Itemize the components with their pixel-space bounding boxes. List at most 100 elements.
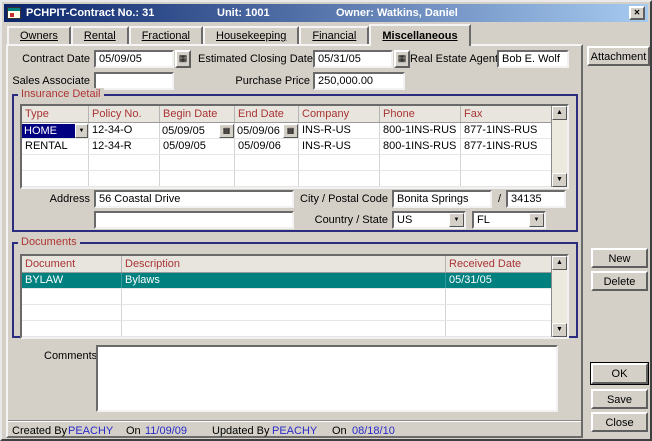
- purchase-price-label: Purchase Price: [198, 75, 310, 87]
- column-header-fax[interactable]: Fax: [461, 106, 551, 122]
- type-cell-editor[interactable]: HOME ▼: [22, 123, 89, 138]
- close-icon[interactable]: ✕: [629, 6, 645, 20]
- type-dropdown-icon[interactable]: ▼: [75, 124, 88, 138]
- fax-cell[interactable]: 877-1INS-RUS: [461, 139, 551, 154]
- tab-housekeeping[interactable]: Housekeeping: [203, 26, 299, 44]
- tab-fractional[interactable]: Fractional: [129, 26, 203, 44]
- real-estate-agent-field[interactable]: Bob E. Wolf: [497, 50, 569, 68]
- address-field[interactable]: 56 Coastal Drive: [94, 190, 294, 208]
- sales-associate-field[interactable]: [94, 72, 174, 90]
- column-header-end-date[interactable]: End Date: [235, 106, 299, 122]
- column-header-company[interactable]: Company: [299, 106, 380, 122]
- updated-date-value: 08/18/10: [352, 425, 395, 437]
- scroll-down-icon[interactable]: ▼: [552, 323, 567, 337]
- documents-scrollbar[interactable]: ▲ ▼: [551, 256, 567, 337]
- description-cell[interactable]: Bylaws: [122, 273, 446, 288]
- end-date-cell[interactable]: 05/09/06 ▦: [235, 123, 299, 138]
- column-header-document[interactable]: Document: [22, 256, 122, 272]
- title-bar[interactable]: PCHPIT-Contract No.: 31 Unit: 1001 Owner…: [4, 4, 648, 22]
- contract-window: PCHPIT-Contract No.: 31 Unit: 1001 Owner…: [0, 0, 652, 441]
- begin-date-cell[interactable]: 05/09/05: [160, 139, 235, 154]
- country-state-label: Country / State: [300, 214, 388, 226]
- comments-label: Comments: [44, 350, 97, 362]
- address2-field[interactable]: [94, 211, 294, 229]
- company-cell[interactable]: INS-R-US: [299, 123, 380, 138]
- contract-date-label: Contract Date: [10, 53, 90, 65]
- received-date-cell[interactable]: 05/31/05: [446, 273, 551, 288]
- sales-associate-label: Sales Associate: [10, 75, 90, 87]
- tab-rental-label: Rental: [84, 30, 116, 42]
- attachment-button[interactable]: Attachment: [587, 46, 650, 66]
- city-field[interactable]: Bonita Springs: [392, 190, 492, 208]
- document-row-selected[interactable]: BYLAW Bylaws 05/31/05: [22, 273, 551, 289]
- scroll-up-icon[interactable]: ▲: [552, 256, 567, 270]
- insurance-row-home[interactable]: HOME ▼ 12-34-O 05/09/05 ▦ 05/09/06 ▦ INS…: [22, 123, 551, 139]
- column-header-policy-no[interactable]: Policy No.: [89, 106, 160, 122]
- postal-code-field[interactable]: 34135: [506, 190, 566, 208]
- fax-cell[interactable]: 877-1INS-RUS: [461, 123, 551, 138]
- contract-date-calendar-icon[interactable]: ▦: [175, 50, 191, 68]
- documents-grid-header: Document Description Received Date: [22, 256, 551, 273]
- country-dropdown-icon[interactable]: ▼: [449, 213, 464, 227]
- column-header-received-date[interactable]: Received Date: [446, 256, 551, 272]
- company-cell[interactable]: INS-R-US: [299, 139, 380, 154]
- created-date-value: 11/09/09: [145, 425, 187, 437]
- comments-field[interactable]: [96, 345, 558, 412]
- type-cell-selected-value: HOME: [22, 124, 75, 138]
- tab-financial[interactable]: Financial: [299, 26, 369, 44]
- new-button[interactable]: New: [591, 248, 648, 268]
- state-select[interactable]: FL ▼: [472, 211, 546, 229]
- estimated-closing-date-field[interactable]: 05/31/05: [313, 50, 393, 68]
- postal-separator: /: [498, 193, 501, 205]
- close-button[interactable]: Close: [591, 412, 648, 432]
- estimated-closing-calendar-icon[interactable]: ▦: [394, 50, 410, 68]
- documents-grid-columns: Document Description Received Date BYLAW…: [22, 256, 551, 337]
- insurance-grid-columns: Type Policy No. Begin Date End Date Comp…: [22, 106, 551, 187]
- end-date-cell[interactable]: 05/09/06: [235, 139, 299, 154]
- app-icon-bar: [8, 8, 20, 11]
- contract-date-field[interactable]: 05/09/05: [94, 50, 174, 68]
- tab-fractional-label: Fractional: [142, 30, 190, 42]
- address-label: Address: [30, 193, 90, 205]
- documents-grid: Document Description Received Date BYLAW…: [20, 254, 569, 339]
- phone-cell[interactable]: 800-1INS-RUS: [380, 139, 461, 154]
- state-dropdown-icon[interactable]: ▼: [529, 213, 544, 227]
- state-value: FL: [474, 213, 493, 227]
- real-estate-agent-label: Real Estate Agent: [410, 53, 494, 65]
- ok-button[interactable]: OK: [591, 363, 648, 384]
- begin-date-cell[interactable]: 05/09/05 ▦: [160, 123, 235, 138]
- insurance-row-empty: [22, 155, 551, 171]
- country-select[interactable]: US ▼: [392, 211, 466, 229]
- document-cell[interactable]: BYLAW: [22, 273, 122, 288]
- app-icon[interactable]: [7, 7, 21, 19]
- scroll-up-icon[interactable]: ▲: [552, 106, 567, 120]
- column-header-description[interactable]: Description: [122, 256, 446, 272]
- purchase-price-field[interactable]: 250,000.00: [313, 72, 405, 90]
- column-header-type[interactable]: Type: [22, 106, 89, 122]
- tab-miscellaneous[interactable]: Miscellaneous: [369, 24, 470, 46]
- type-cell[interactable]: RENTAL: [22, 139, 89, 154]
- insurance-row-rental[interactable]: RENTAL 12-34-R 05/09/05 05/09/06 INS-R-U…: [22, 139, 551, 155]
- estimated-closing-date-label: Estimated Closing Date: [198, 53, 310, 65]
- updated-on-label: On: [332, 425, 347, 437]
- created-by-label: Created By: [12, 425, 67, 437]
- tab-rental[interactable]: Rental: [71, 26, 129, 44]
- end-date-value: 05/09/06: [235, 124, 280, 138]
- column-header-phone[interactable]: Phone: [380, 106, 461, 122]
- insurance-row-empty: [22, 171, 551, 187]
- tab-owners[interactable]: Owners: [7, 26, 71, 44]
- document-row-empty: [22, 321, 551, 337]
- created-by-value: PEACHY: [68, 425, 113, 437]
- phone-cell[interactable]: 800-1INS-RUS: [380, 123, 461, 138]
- save-button[interactable]: Save: [591, 389, 648, 409]
- policy-no-cell[interactable]: 12-34-O: [89, 123, 160, 138]
- insurance-scrollbar[interactable]: ▲ ▼: [551, 106, 567, 187]
- scroll-down-icon[interactable]: ▼: [552, 173, 567, 187]
- column-header-begin-date[interactable]: Begin Date: [160, 106, 235, 122]
- calendar-icon[interactable]: ▦: [219, 124, 234, 138]
- calendar-icon[interactable]: ▦: [283, 124, 298, 138]
- delete-button[interactable]: Delete: [591, 271, 648, 291]
- begin-date-value: 05/09/05: [160, 124, 205, 138]
- window-title-owner: Owner: Watkins, Daniel: [336, 7, 458, 19]
- policy-no-cell[interactable]: 12-34-R: [89, 139, 160, 154]
